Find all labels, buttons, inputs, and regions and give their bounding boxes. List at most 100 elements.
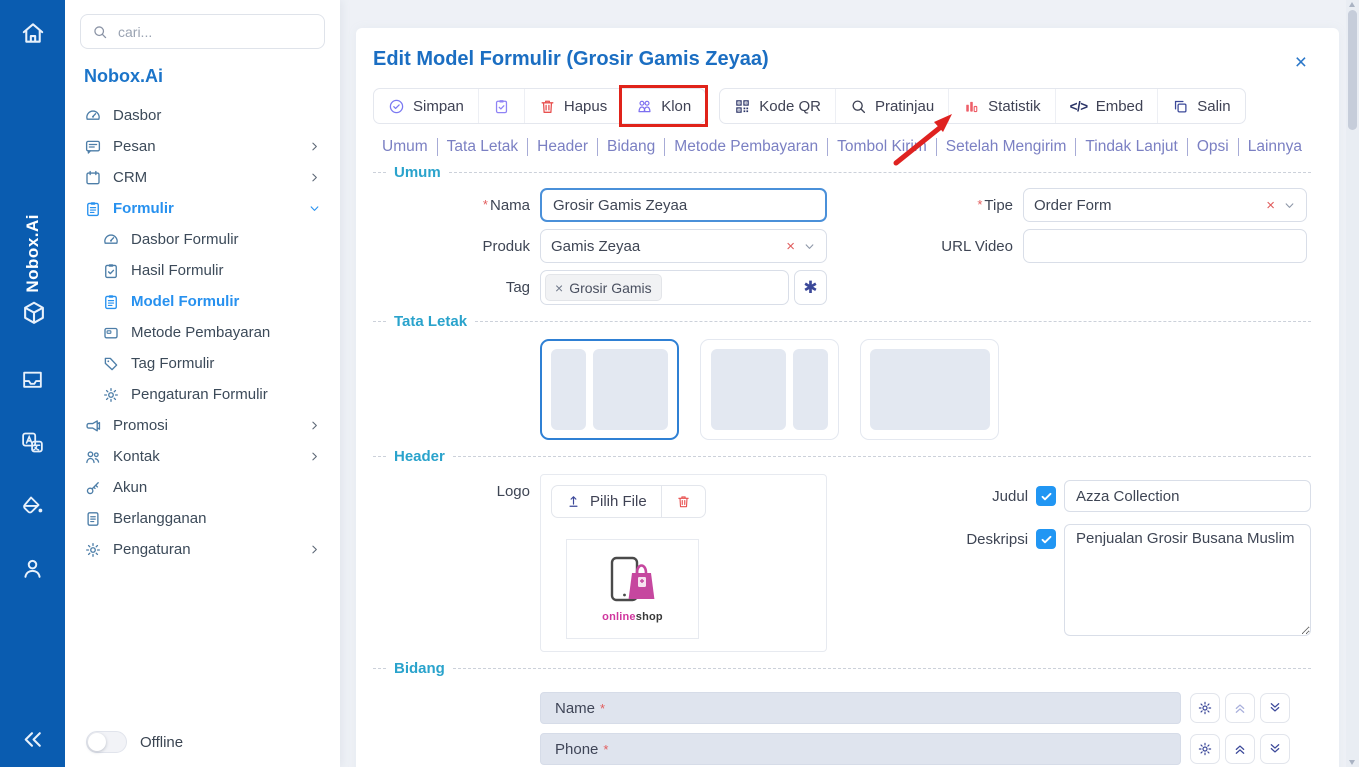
deskripsi-checkbox[interactable] [1036, 529, 1056, 549]
klon-label: Klon [661, 98, 691, 115]
people-icon [84, 448, 102, 466]
scroll-down-arrow-icon[interactable] [1349, 760, 1355, 765]
tab-header[interactable]: Header [528, 138, 598, 156]
main-area: Edit Model Formulir (Grosir Gamis Zeyaa)… [340, 0, 1359, 767]
inbox-icon[interactable] [20, 367, 46, 393]
deskripsi-textarea[interactable]: Penjualan Grosir Busana Muslim [1064, 524, 1311, 636]
tab-setelah-mengirim[interactable]: Setelah Mengirim [937, 138, 1077, 156]
klon-button[interactable]: Klon [621, 89, 705, 123]
move-down-button[interactable] [1260, 693, 1290, 723]
layout-option-right-media[interactable] [700, 339, 839, 440]
sidebar-item-model-formulir[interactable]: Model Formulir [80, 286, 325, 317]
pratinjau-button[interactable]: Pratinjau [835, 89, 948, 123]
field-label: Phone [555, 741, 598, 758]
required-asterisk: * [977, 197, 982, 212]
judul-input[interactable] [1064, 480, 1311, 512]
embed-button[interactable]: </> Embed [1055, 89, 1158, 123]
hapus-button[interactable]: Hapus [524, 89, 621, 123]
collapse-sidebar-icon[interactable] [20, 727, 46, 753]
move-down-button[interactable] [1260, 734, 1290, 764]
sidebar-item-crm[interactable]: CRM [80, 162, 325, 193]
sidebar-item-label: Pengaturan [113, 541, 191, 558]
sidebar-item-label: Dasbor [113, 107, 161, 124]
clear-icon[interactable]: × [1266, 197, 1275, 214]
field-settings-button[interactable] [1190, 693, 1220, 723]
tab-tombol-kirim[interactable]: Tombol Kirim [828, 138, 937, 156]
gear-icon [84, 541, 102, 559]
sidebar-item-label: Tag Formulir [131, 355, 214, 372]
clipboard-check-button[interactable] [478, 89, 524, 123]
sidebar-item-metode-pembayaran[interactable]: Metode Pembayaran [80, 317, 325, 348]
sidebar-item-promosi[interactable]: Promosi [80, 410, 325, 441]
tipe-select[interactable]: Order Form × [1023, 188, 1307, 222]
sidebar-item-pesan[interactable]: Pesan [80, 131, 325, 162]
field-bar[interactable]: Name* [540, 692, 1181, 724]
translate-icon[interactable] [20, 430, 46, 456]
offline-toggle[interactable] [86, 731, 127, 753]
sidebar-item-kontak[interactable]: Kontak [80, 441, 325, 472]
user-icon[interactable] [20, 556, 46, 582]
clear-icon[interactable]: × [786, 238, 795, 255]
scrollbar-thumb[interactable] [1348, 10, 1357, 130]
check-icon [1040, 490, 1053, 503]
tab-lainnya[interactable]: Lainnya [1239, 138, 1311, 156]
page-title: Edit Model Formulir (Grosir Gamis Zeyaa) [373, 48, 769, 71]
tag-star-button[interactable]: ✱ [794, 270, 827, 305]
double-chevron-up-icon [1232, 700, 1248, 716]
tab-metode-pembayaran[interactable]: Metode Pembayaran [665, 138, 828, 156]
vertical-scrollbar[interactable] [1346, 0, 1359, 767]
tab-opsi[interactable]: Opsi [1188, 138, 1239, 156]
tab-tindak-lanjut[interactable]: Tindak Lanjut [1076, 138, 1188, 156]
nama-input[interactable] [540, 188, 827, 222]
section-legend-tata-letak: Tata Letak [373, 313, 1311, 330]
sidebar-item-akun[interactable]: Akun [80, 472, 325, 503]
remove-logo-button[interactable] [661, 486, 705, 517]
judul-checkbox[interactable] [1036, 486, 1056, 506]
url-video-input[interactable] [1023, 229, 1307, 263]
simpan-button[interactable]: Simpan [374, 89, 478, 123]
header-form-grid: Logo Pilih File [373, 474, 1311, 652]
layout-option-left-media[interactable] [540, 339, 679, 440]
field-settings-button[interactable] [1190, 734, 1220, 764]
trash-icon [676, 494, 691, 509]
sidebar-search[interactable] [80, 14, 325, 49]
layout-placeholder [711, 349, 786, 430]
sidebar-item-pengaturan[interactable]: Pengaturan [80, 534, 325, 565]
sidebar-item-label: CRM [113, 169, 147, 186]
icon-rail: Nobox.Ai [0, 0, 65, 767]
sidebar-item-berlangganan[interactable]: Berlangganan [80, 503, 325, 534]
chevron-right-icon [308, 140, 321, 153]
message-icon [84, 138, 102, 156]
tag-input[interactable]: × Grosir Gamis [540, 270, 789, 305]
tab-bidang[interactable]: Bidang [598, 138, 665, 156]
paint-bucket-icon[interactable] [20, 493, 46, 519]
layout-option-single[interactable] [860, 339, 999, 440]
card-icon [102, 324, 120, 342]
close-icon[interactable]: × [1291, 50, 1311, 75]
home-icon[interactable] [20, 20, 46, 46]
sidebar-item-formulir[interactable]: Formulir [80, 193, 325, 224]
sidebar-item-hasil-formulir[interactable]: Hasil Formulir [80, 255, 325, 286]
salin-button[interactable]: Salin [1157, 89, 1244, 123]
sidebar-item-dasbor-formulir[interactable]: Dasbor Formulir [80, 224, 325, 255]
pilih-file-button[interactable]: Pilih File [552, 486, 661, 517]
statistik-button[interactable]: Statistik [948, 89, 1055, 123]
kode-qr-button[interactable]: Kode QR [720, 89, 835, 123]
scroll-up-arrow-icon[interactable] [1349, 2, 1355, 7]
sidebar-item-tag-formulir[interactable]: Tag Formulir [80, 348, 325, 379]
remove-tag-icon[interactable]: × [555, 280, 563, 296]
tab-tata-letak[interactable]: Tata Letak [438, 138, 529, 156]
sidebar-item-pengaturan-formulir[interactable]: Pengaturan Formulir [80, 379, 325, 410]
required-asterisk: * [600, 701, 605, 716]
search-input[interactable] [116, 23, 313, 41]
tab-umum[interactable]: Umum [373, 138, 438, 156]
move-up-button[interactable] [1225, 734, 1255, 764]
produk-select[interactable]: Gamis Zeyaa × [540, 229, 827, 263]
sidebar-item-dasbor[interactable]: Dasbor [80, 100, 325, 131]
tag-icon [102, 355, 120, 373]
deskripsi-row: Deskripsi Penjualan Grosir Busana Muslim [837, 524, 1311, 636]
move-up-button[interactable] [1225, 693, 1255, 723]
sidebar-item-label: Pengaturan Formulir [131, 386, 268, 403]
field-bar[interactable]: Phone* [540, 733, 1181, 765]
embed-label: Embed [1096, 98, 1144, 115]
